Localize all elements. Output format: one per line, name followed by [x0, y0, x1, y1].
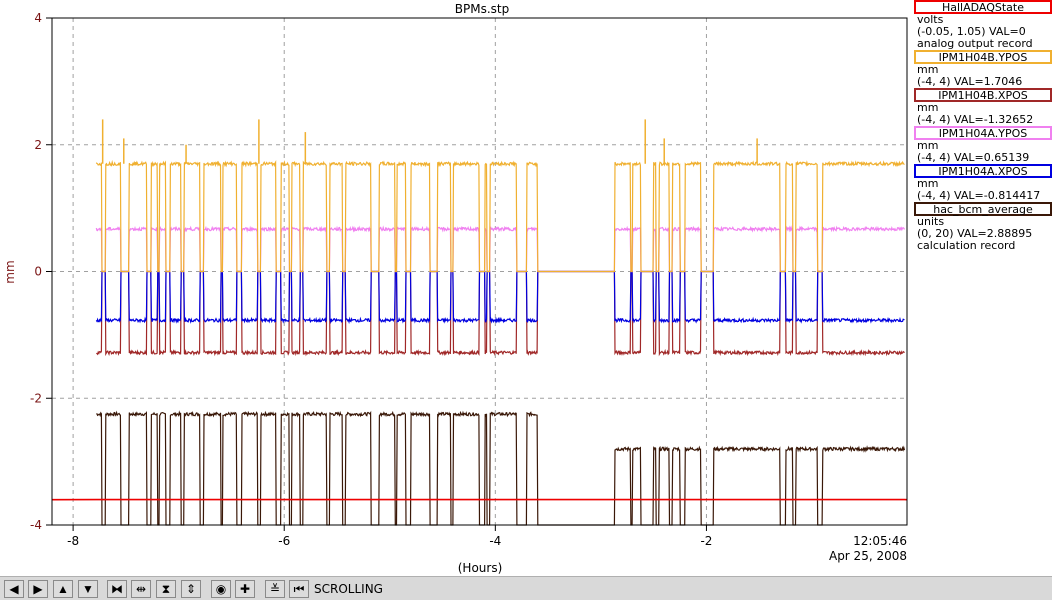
chart-title: BPMs.stp	[455, 2, 509, 16]
series-line-hac_bcm_average	[96, 410, 906, 526]
legend-entry-IPM1H04B.XPOS[interactable]: IPM1H04B.XPOS mm (-4, 4) VAL=-1.32652	[912, 88, 1052, 126]
legend-name[interactable]: hac_bcm_average	[914, 202, 1052, 216]
x-axis: -8 -6 -4 -2	[67, 525, 712, 548]
legend-entry-IPM1H04B.YPOS[interactable]: IPM1H04B.YPOS mm (-4, 4) VAL=1.7046	[912, 50, 1052, 88]
series-line-IPM1H04A.YPOS	[95, 225, 906, 273]
series-line-IPM1H04B.YPOS	[95, 159, 905, 273]
stop-scroll-button[interactable]: ⏮	[289, 580, 309, 598]
series-line-IPM1H04A.XPOS	[95, 270, 905, 325]
strip-chart: BPMs.stp 4 2 0 -2 -4 -8 -6 -4 -2 mm (Hours) 12:…	[3, 2, 908, 575]
scroll-up-button[interactable]: ▲	[53, 580, 73, 598]
legend-name[interactable]: IPM1H04A.YPOS	[914, 126, 1052, 140]
x-tick-label: -4	[489, 534, 501, 548]
date-label: Apr 25, 2008	[829, 549, 907, 563]
autoscale-button[interactable]: ◉	[211, 580, 231, 598]
crosshair-button[interactable]: ✚	[235, 580, 255, 598]
series-line-IPM1H04B.XPOS	[96, 270, 905, 357]
x-axis-label: (Hours)	[458, 561, 503, 575]
legend-entry-IPM1H04A.YPOS[interactable]: IPM1H04A.YPOS mm (-4, 4) VAL=0.65139	[912, 126, 1052, 164]
legend-name[interactable]: IPM1H04B.YPOS	[914, 50, 1052, 64]
y-axis-label: mm	[3, 260, 17, 283]
scrolling-status: SCROLLING	[314, 582, 383, 596]
legend-range-value: (-4, 4) VAL=-1.32652	[917, 113, 1034, 126]
legend-entry-hac_bcm_average[interactable]: hac_bcm_average units (0, 20) VAL=2.88895 c…	[912, 202, 1052, 252]
expand-horizontal-button[interactable]: ⇹	[131, 580, 151, 598]
legend-name[interactable]: HallADAQState	[914, 0, 1052, 14]
x-tick-label: -8	[67, 534, 79, 548]
restore-button[interactable]: ≚	[265, 580, 285, 598]
y-tick-label: -4	[30, 518, 42, 532]
y-tick-label: 2	[34, 138, 42, 152]
legend: HallADAQState volts (-0.05, 1.05) VAL=0 ana…	[912, 0, 1052, 252]
legend-entry-HallADAQState[interactable]: HallADAQState volts (-0.05, 1.05) VAL=0 ana…	[912, 0, 1052, 50]
compress-horizontal-button[interactable]: ⧓	[107, 580, 127, 598]
compress-vertical-button[interactable]: ⧗	[156, 580, 176, 598]
legend-range-value: (-4, 4) VAL=-0.814417	[917, 189, 1041, 202]
legend-extra: analog output record	[917, 37, 1033, 50]
y-tick-label: 0	[34, 265, 42, 279]
y-axis: 4 2 0 -2 -4	[30, 11, 52, 532]
legend-range-value: (-4, 4) VAL=0.65139	[917, 151, 1030, 164]
legend-name[interactable]: IPM1H04B.XPOS	[914, 88, 1052, 102]
time-label: 12:05:46	[853, 534, 907, 548]
legend-entry-IPM1H04A.XPOS[interactable]: IPM1H04A.XPOS mm (-4, 4) VAL=-0.814417	[912, 164, 1052, 202]
legend-name[interactable]: IPM1H04A.XPOS	[914, 164, 1052, 178]
y-tick-label: -2	[30, 391, 42, 405]
legend-range-value: (-4, 4) VAL=1.7046	[917, 75, 1023, 88]
x-tick-label: -2	[700, 534, 712, 548]
toolbar: SCROLLING ◀ ▶ ▲ ▼ ⧓ ⇹ ⧗ ⇕ ◉ ✚ ≚ ⏮	[0, 576, 1052, 600]
scroll-right-button[interactable]: ▶	[28, 580, 48, 598]
scroll-down-button[interactable]: ▼	[78, 580, 98, 598]
expand-vertical-button[interactable]: ⇕	[181, 580, 201, 598]
scroll-left-button[interactable]: ◀	[4, 580, 24, 598]
x-tick-label: -6	[278, 534, 290, 548]
y-tick-label: 4	[34, 11, 42, 25]
legend-extra: calculation record	[917, 239, 1016, 252]
series-layer	[51, 119, 908, 526]
